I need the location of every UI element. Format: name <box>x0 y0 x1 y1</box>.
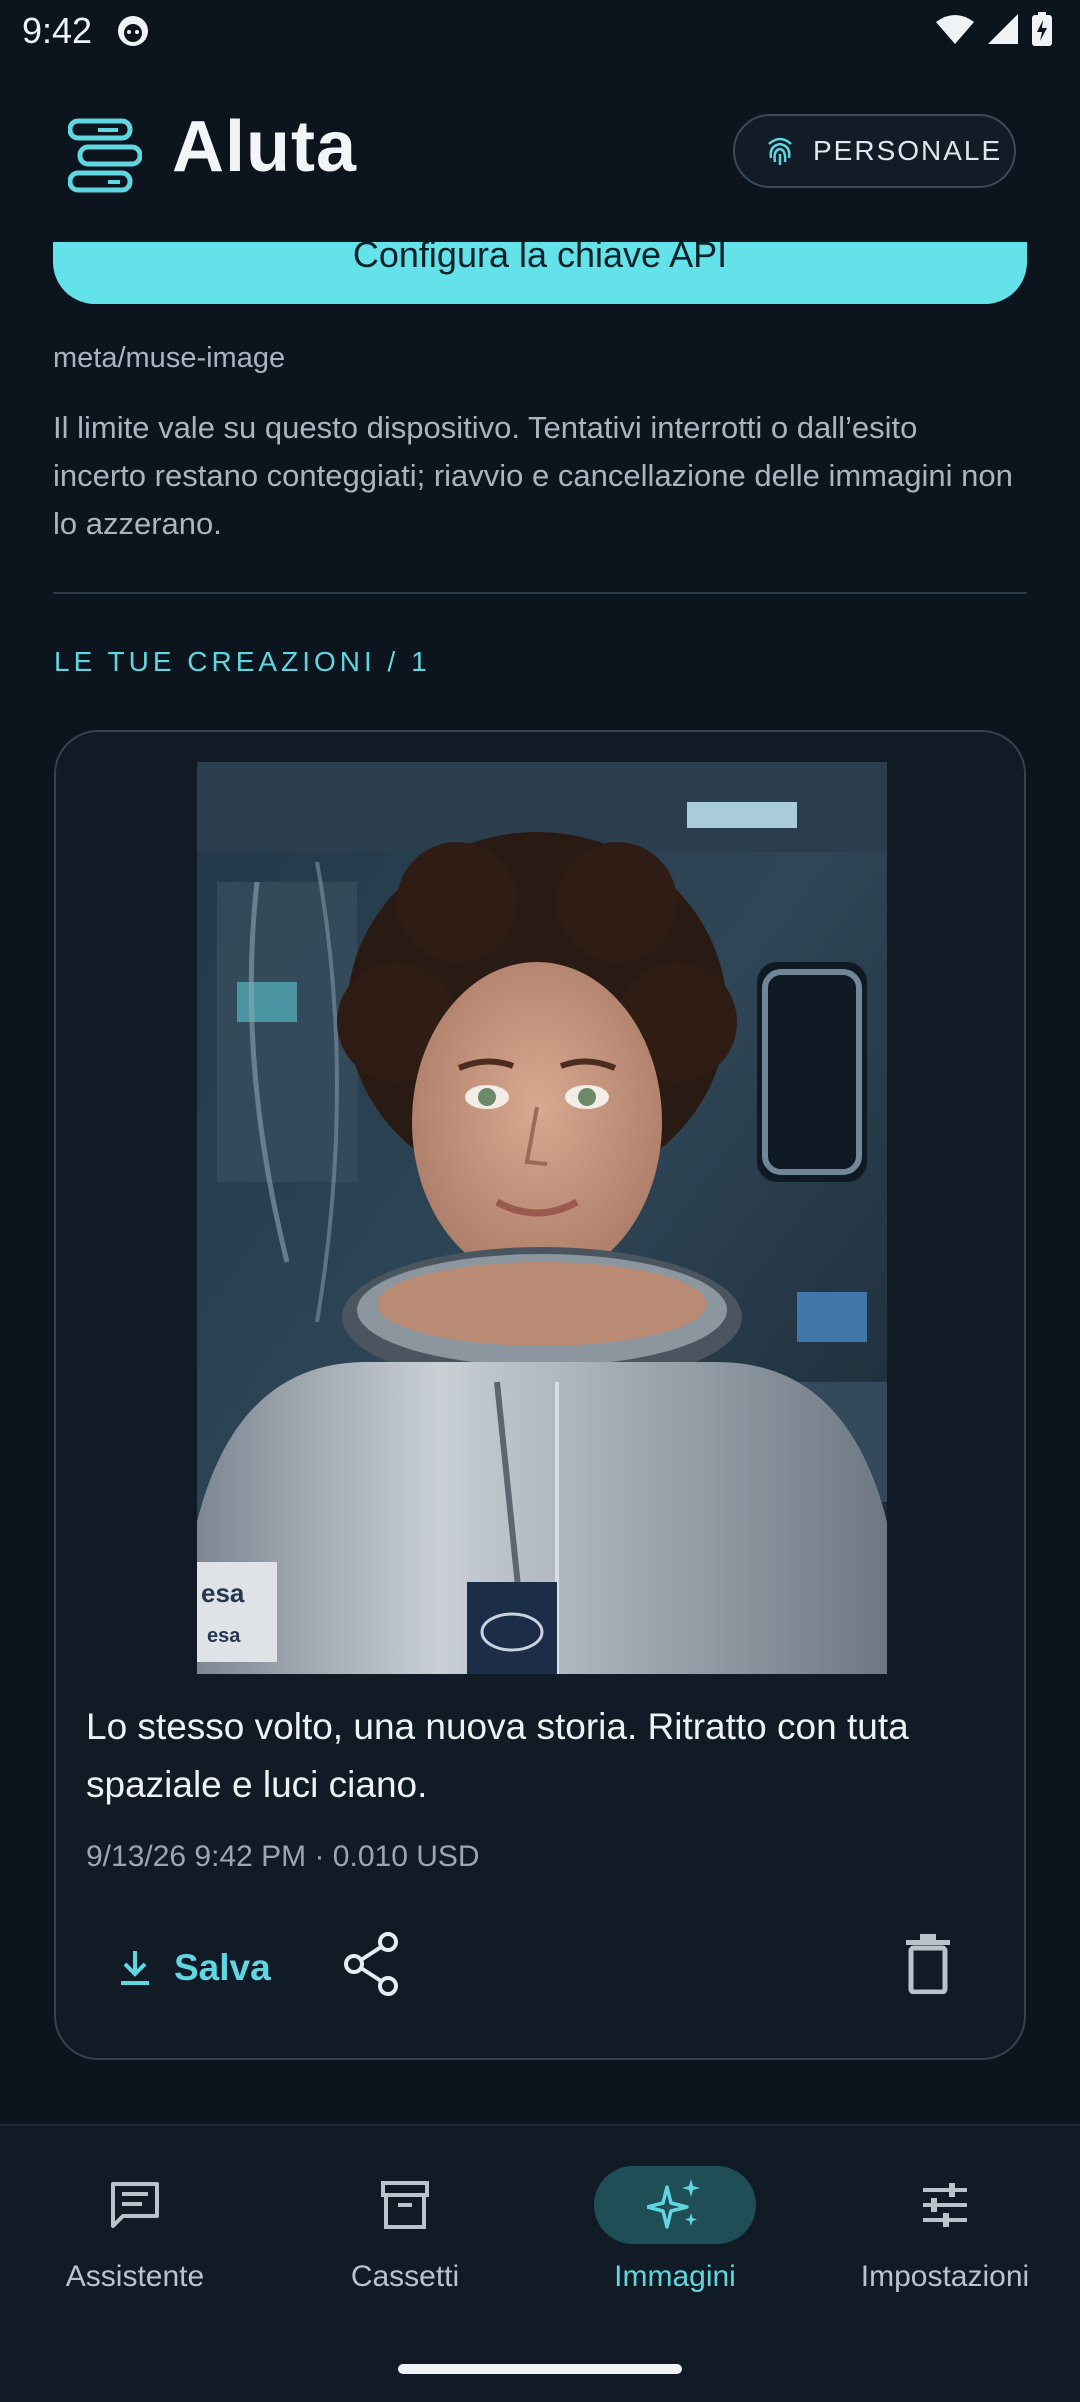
svg-text:esa: esa <box>201 1578 245 1608</box>
archive-icon <box>381 2181 429 2229</box>
creation-caption: Lo stesso volto, una nuova storia. Ritra… <box>86 1706 909 1805</box>
model-id: meta/muse-image <box>53 342 286 374</box>
divider <box>53 592 1027 594</box>
generated-image[interactable]: esa esa <box>197 762 887 1674</box>
creation-meta: 9/13/26 9:42 PM · 0.010 USD <box>86 1840 480 1873</box>
bottom-navigation: Assistente Cassetti Immagini Impostazion… <box>0 2124 1080 2402</box>
nav-item-impostazioni[interactable]: Impostazioni <box>810 2166 1080 2316</box>
astronaut-portrait: esa esa <box>197 762 887 1674</box>
app-header: Aluta PERSONALE <box>0 62 1080 242</box>
status-icons <box>936 12 1052 46</box>
download-icon <box>121 1951 149 1985</box>
profile-selector[interactable]: PERSONALE <box>733 114 1016 188</box>
fingerprint-icon <box>768 137 792 165</box>
chat-icon <box>111 2182 159 2228</box>
signal-icon <box>988 14 1018 44</box>
nav-label-immagini: Immagini <box>614 2260 736 2293</box>
status-bar: 9:42 <box>0 0 1080 62</box>
save-button[interactable]: Salva <box>118 1928 271 2008</box>
home-indicator[interactable] <box>398 2364 682 2374</box>
creations-section-title: LE TUE CREAZIONI / 1 <box>54 646 431 677</box>
nav-label-cassetti: Cassetti <box>350 2260 460 2293</box>
notification-cat-icon <box>118 16 148 46</box>
share-icon[interactable] <box>342 1932 402 1996</box>
nav-label-impostazioni: Impostazioni <box>860 2260 1030 2293</box>
nav-item-immagini[interactable]: Immagini <box>540 2166 810 2316</box>
status-time: 9:42 <box>22 10 93 51</box>
save-label: Salva <box>174 1947 271 1988</box>
wifi-icon <box>936 15 974 44</box>
sliders-icon <box>923 2183 967 2227</box>
profile-label: PERSONALE <box>813 135 1003 166</box>
nav-label-assistente: Assistente <box>65 2260 205 2293</box>
svg-text:esa: esa <box>207 1625 241 1647</box>
nav-item-assistente[interactable]: Assistente <box>0 2166 270 2316</box>
app-title: Aluta <box>172 107 357 187</box>
limit-notice: Il limite vale su questo dispositivo. Te… <box>53 410 1013 541</box>
delete-icon[interactable] <box>904 1934 952 1994</box>
creation-card: esa esa Lo stesso volto, una nuova stori… <box>54 730 1026 2060</box>
app-logo-icon <box>68 118 142 193</box>
sparkle-icon <box>647 2179 700 2229</box>
battery-charging-icon <box>1032 12 1052 46</box>
nav-item-cassetti[interactable]: Cassetti <box>270 2166 540 2316</box>
